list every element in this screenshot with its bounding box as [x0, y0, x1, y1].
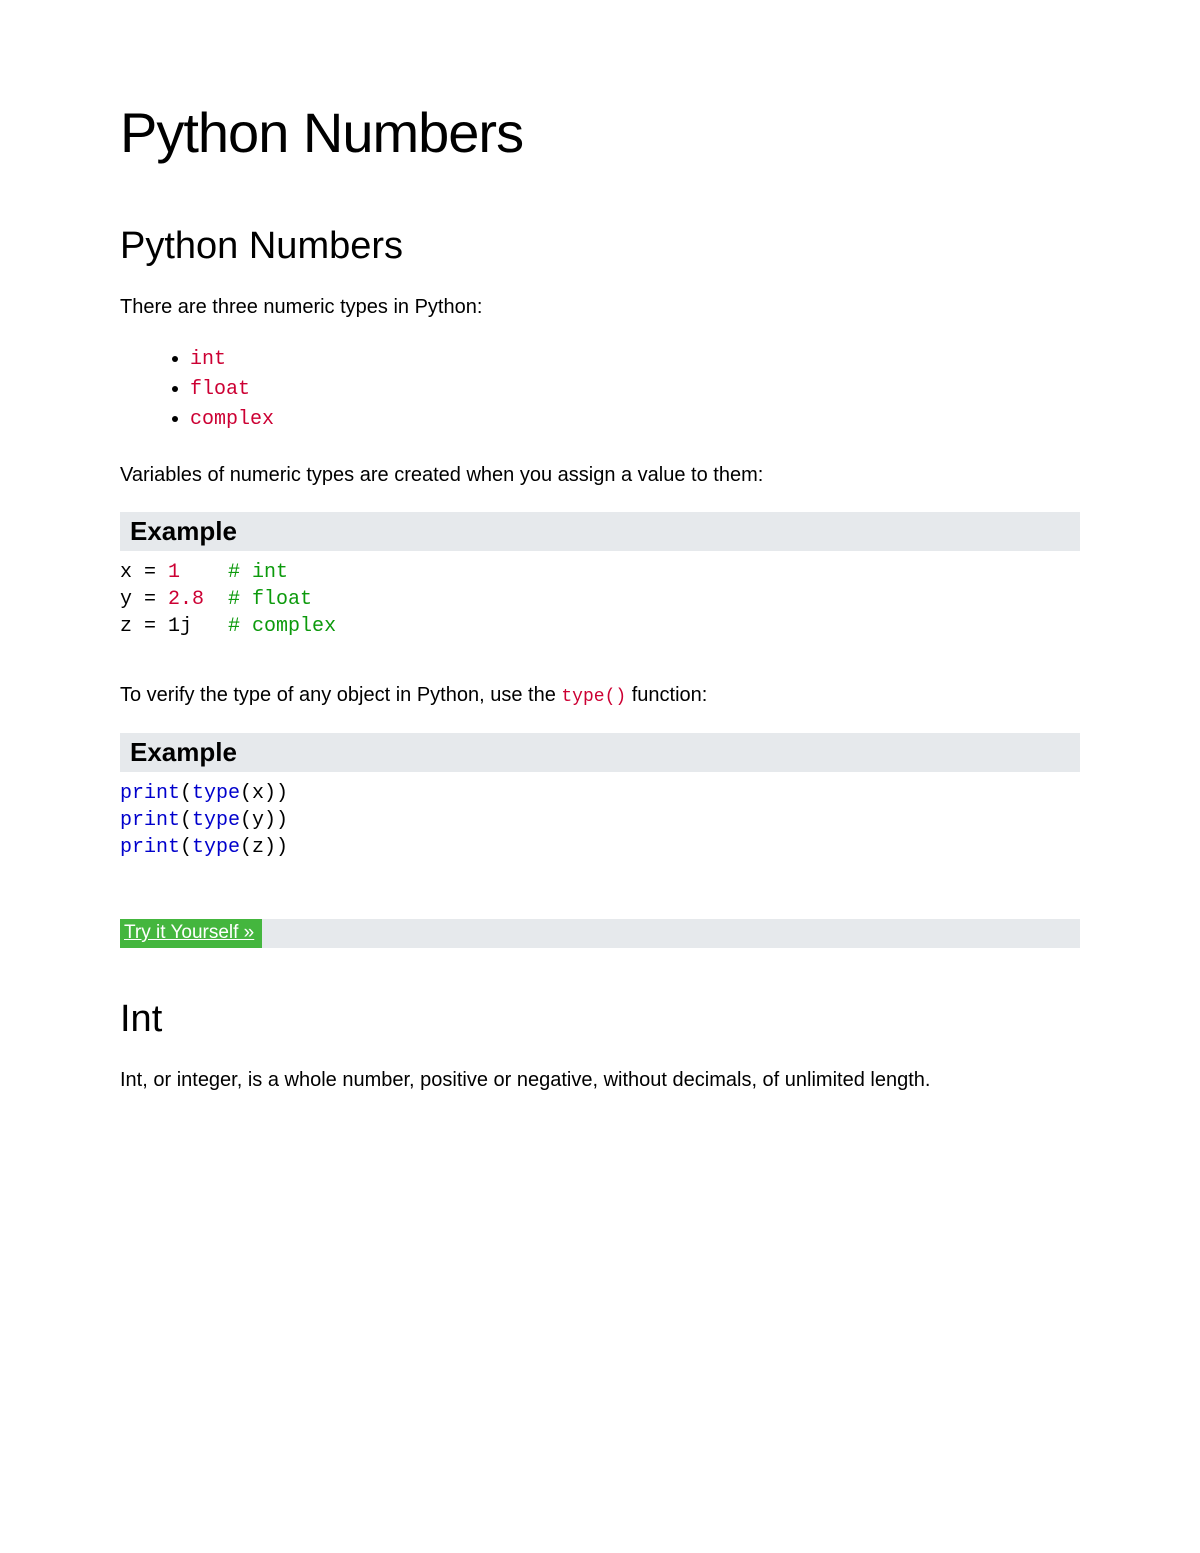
type-float: float [190, 378, 250, 401]
list-item: complex [190, 404, 1080, 434]
code-block-example2: print(type(x)) print(type(y)) print(type… [120, 780, 1080, 861]
example-heading-bar: Example [120, 512, 1080, 551]
verify-before: To verify the type of any object in Pyth… [120, 684, 561, 706]
type-complex: complex [190, 408, 274, 431]
after-list-text: Variables of numeric types are created w… [120, 460, 1080, 490]
verify-after: function: [626, 684, 707, 706]
section-heading-int: Int [120, 998, 1080, 1041]
numeric-types-list: int float complex [190, 344, 1080, 434]
code-block-example1: x = 1 # int y = 2.8 # float z = 1j # com… [120, 559, 1080, 640]
type-int: int [190, 348, 226, 371]
example-heading: Example [130, 737, 1070, 768]
verify-text: To verify the type of any object in Pyth… [120, 680, 1080, 711]
try-it-yourself-button[interactable]: Try it Yourself » [120, 919, 262, 948]
int-body-text: Int, or integer, is a whole number, posi… [120, 1065, 1080, 1095]
try-bar: Try it Yourself » [120, 919, 1080, 948]
section-heading-numbers: Python Numbers [120, 225, 1080, 268]
example-heading: Example [130, 516, 1070, 547]
list-item: float [190, 374, 1080, 404]
example-heading-bar: Example [120, 733, 1080, 772]
page-title: Python Numbers [120, 100, 1080, 165]
intro-text: There are three numeric types in Python: [120, 292, 1080, 322]
inline-code-type: type() [561, 687, 626, 707]
list-item: int [190, 344, 1080, 374]
